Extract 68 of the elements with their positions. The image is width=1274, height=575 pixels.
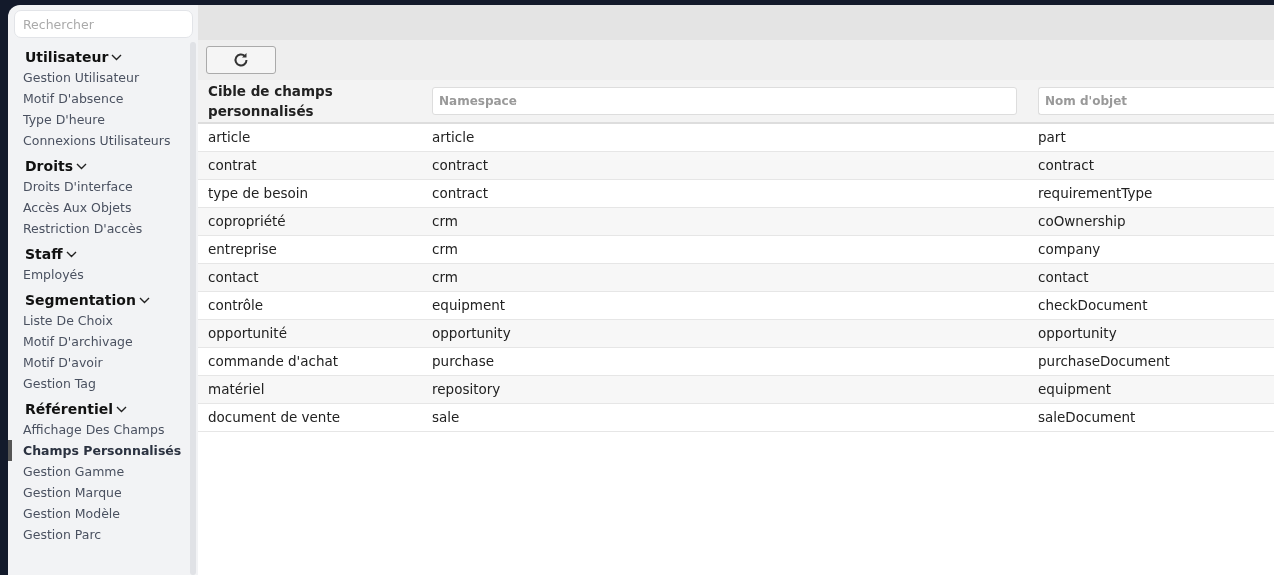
table-cell: type de besoin: [208, 185, 309, 202]
table-cell: equipment: [432, 297, 506, 314]
table-cell: opportunity: [432, 325, 511, 342]
table-cell: commande d'achat: [208, 353, 339, 370]
table-cell: opportunity: [1038, 325, 1117, 342]
sidebar-item[interactable]: Restriction D'accès: [23, 221, 143, 236]
column-title: Cible de champs personnalisés: [208, 82, 333, 119]
sidebar-item[interactable]: Gestion Modèle: [23, 506, 121, 521]
sidebar-item[interactable]: Gestion Tag: [23, 376, 96, 391]
sidebar-item[interactable]: Type D'heure: [23, 112, 105, 127]
refresh-button[interactable]: [206, 46, 276, 74]
group-title[interactable]: Utilisateur: [25, 46, 109, 68]
sidebar-item[interactable]: Connexions Utilisateurs: [23, 133, 171, 148]
filter-field[interactable]: Nom d'objet: [1038, 87, 1274, 115]
group-title[interactable]: Staff: [25, 243, 63, 265]
chevron-down-icon[interactable]: [65, 250, 77, 258]
filter-field[interactable]: Namespace: [432, 87, 1017, 115]
table-cell: article: [208, 129, 251, 146]
group-title[interactable]: Droits: [25, 155, 73, 177]
table-cell: coOwnership: [1038, 213, 1126, 230]
search-field[interactable]: Rechercher: [14, 10, 193, 38]
sidebar-item[interactable]: Gestion Marque: [23, 485, 122, 500]
table-cell: crm: [432, 269, 458, 286]
sidebar-item[interactable]: Motif D'archivage: [23, 334, 133, 349]
sidebar-item[interactable]: Gestion Gamme: [23, 464, 125, 479]
table-cell: equipment: [1038, 381, 1112, 398]
chevron-down-icon[interactable]: [111, 53, 123, 61]
table-cell: contact: [1038, 269, 1089, 286]
chevron-down-icon[interactable]: [116, 405, 127, 413]
sidebar-item[interactable]: Affichage Des Champs: [23, 422, 165, 437]
table-cell: requirementType: [1038, 185, 1153, 202]
refresh-icon: [232, 51, 250, 69]
selection-marker: [8, 440, 12, 461]
table-cell: repository: [432, 381, 501, 398]
table-cell: contract: [432, 157, 489, 174]
sidebar-item[interactable]: Liste De Choix: [23, 313, 113, 328]
group-title[interactable]: Référentiel: [25, 398, 113, 420]
group-title[interactable]: Segmentation: [25, 289, 136, 311]
table-cell: article: [432, 129, 475, 146]
table-cell: contact: [208, 269, 259, 286]
chevron-down-icon[interactable]: [75, 162, 87, 170]
table-cell: company: [1038, 241, 1101, 258]
sidebar-item[interactable]: Droits D'interface: [23, 179, 133, 194]
sidebar-item[interactable]: Motif D'absence: [23, 91, 124, 106]
table-cell: sale: [432, 409, 460, 426]
sidebar-item[interactable]: Champs Personnalisés: [23, 443, 182, 458]
table-cell: crm: [432, 213, 458, 230]
sidebar-item[interactable]: Motif D'avoir: [23, 355, 103, 370]
table-cell: copropriété: [208, 213, 286, 230]
table-cell: contract: [1038, 157, 1095, 174]
table-cell: part: [1038, 129, 1066, 146]
table-cell: crm: [432, 241, 458, 258]
table-cell: matériel: [208, 381, 265, 398]
table-cell: opportunité: [208, 325, 287, 342]
table-cell: checkDocument: [1038, 297, 1148, 314]
sidebar-item[interactable]: Gestion Parc: [23, 527, 102, 542]
table-cell: contrat: [208, 157, 257, 174]
table-cell: saleDocument: [1038, 409, 1136, 426]
table-cell: document de vente: [208, 409, 341, 426]
table-cell: entreprise: [208, 241, 277, 258]
table-cell: contract: [432, 185, 489, 202]
table-cell: contrôle: [208, 297, 264, 314]
table-cell: purchaseDocument: [1038, 353, 1170, 370]
sidebar-item[interactable]: Gestion Utilisateur: [23, 70, 140, 85]
sidebar-item[interactable]: Employés: [23, 267, 84, 282]
table-cell: purchase: [432, 353, 494, 370]
chevron-down-icon[interactable]: [138, 296, 150, 304]
sidebar-item[interactable]: Accès Aux Objets: [23, 200, 132, 215]
